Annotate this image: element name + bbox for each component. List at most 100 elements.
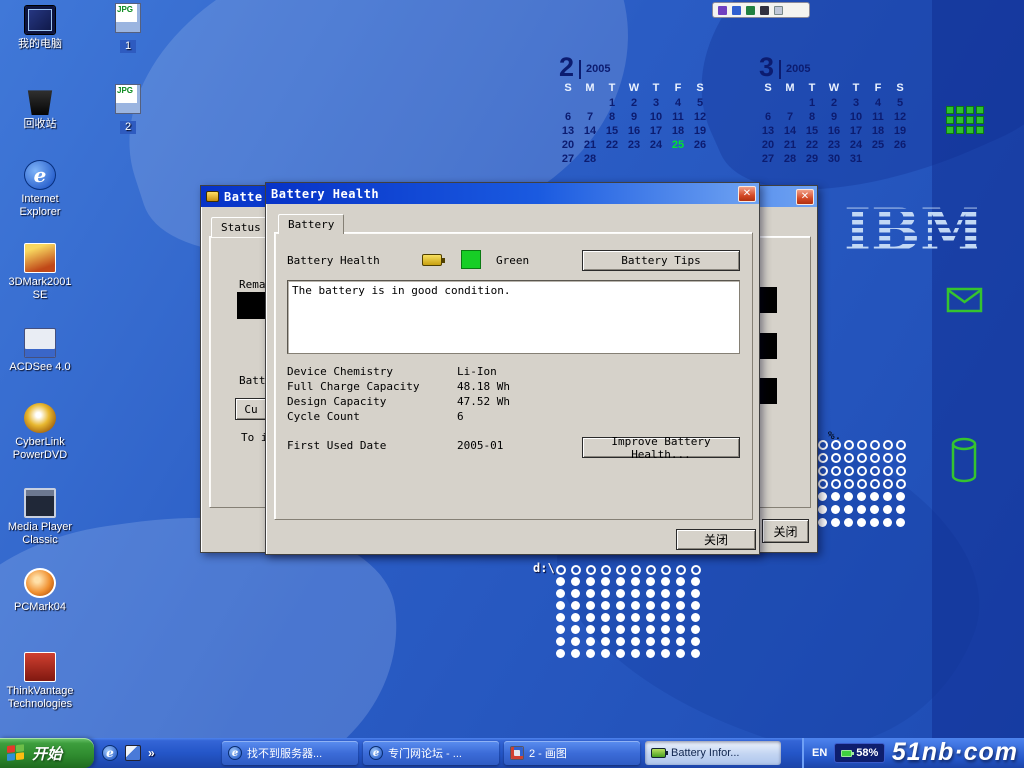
decor-dot: [870, 518, 879, 527]
close-button[interactable]: 关闭: [762, 519, 809, 543]
calendar-date: 20: [757, 139, 779, 152]
decor-dot: [857, 479, 867, 489]
decor-dot: [601, 613, 610, 622]
decor-dot: [676, 625, 685, 634]
decor-dot: [818, 505, 827, 514]
recycle-bin-icon: [24, 85, 56, 115]
media-quicklaunch-icon[interactable]: [125, 745, 141, 761]
dot-pattern-bottom: [556, 565, 706, 661]
battery-tray-icon: [841, 750, 852, 757]
calendar-date: 31: [845, 153, 867, 166]
quicklaunch-more-chevron[interactable]: »: [148, 746, 155, 760]
desktop-icon-computer[interactable]: 我的电脑: [2, 5, 78, 51]
decor-dot: [844, 505, 853, 514]
taskbar-task-2[interactable]: e专门网论坛 - ...: [363, 741, 499, 765]
decor-dot: [883, 492, 892, 501]
calendar-grid: SMTWTFS123456789101112131415161718192021…: [757, 82, 915, 166]
calendar-date: 1: [801, 97, 823, 110]
ie-quicklaunch-icon[interactable]: e: [102, 745, 118, 761]
calendar-date: 12: [889, 111, 911, 124]
calendar-date: 24: [845, 139, 867, 152]
decor-dot: [571, 637, 580, 646]
utility-toolbar[interactable]: [712, 2, 810, 18]
desktop-icon-label: CyberLink PowerDVD: [2, 436, 78, 461]
mail-icon: [946, 286, 984, 314]
tab-battery[interactable]: Battery: [278, 214, 344, 234]
decor-dot: [646, 625, 655, 634]
battery-info-list: Device ChemistryLi-IonFull Charge Capaci…: [287, 362, 742, 422]
close-button[interactable]: 关闭: [676, 529, 756, 550]
desktop-icon-mpc[interactable]: Media Player Classic: [2, 488, 78, 546]
battery-tray-indicator[interactable]: 58%: [834, 743, 885, 763]
taskbar-task-4[interactable]: Battery Infor...: [645, 741, 781, 765]
calendar-date: 9: [823, 111, 845, 124]
pcmark-icon: [24, 568, 56, 598]
start-button[interactable]: 开始: [0, 738, 94, 768]
desktop-file-icon-2[interactable]: JPG2: [90, 84, 166, 135]
desktop-file-icon-1[interactable]: JPG1: [90, 3, 166, 54]
decor-dot: [646, 637, 655, 646]
task-button-area: e找不到服务器...e专门网论坛 - ...2 - 画图Battery Info…: [222, 741, 781, 765]
decor-dot: [818, 453, 828, 463]
battery-panel: Battery Health Green Battery Tips The ba…: [274, 232, 753, 520]
current-button[interactable]: Cu: [235, 398, 267, 420]
close-icon[interactable]: ✕: [796, 189, 814, 205]
calendar-date: 17: [645, 125, 667, 138]
acdsee-icon: [24, 328, 56, 358]
battery-tips-button[interactable]: Battery Tips: [582, 250, 740, 271]
decor-dot: [831, 479, 841, 489]
decor-dot: [831, 518, 840, 527]
decor-dot: [870, 505, 879, 514]
desktop-icon-recycle-bin[interactable]: 回收站: [2, 85, 78, 131]
display-icon[interactable]: [732, 6, 741, 15]
desktop-icon-powerdvd[interactable]: CyberLink PowerDVD: [2, 403, 78, 461]
calendar-date: 5: [889, 97, 911, 110]
calendar-day-header: W: [823, 82, 845, 96]
battery-health-titlebar[interactable]: Battery Health ✕: [266, 183, 759, 204]
drive-label: d:\: [533, 561, 555, 575]
calendar-date: 21: [779, 139, 801, 152]
calendar-day-header: T: [601, 82, 623, 96]
desktop-icon-pcmark[interactable]: PCMark04: [2, 568, 78, 614]
desktop-icon-label: ACDSee 4.0: [2, 361, 78, 374]
decor-dot: [616, 601, 625, 610]
desktop-icon-thinkvantage[interactable]: ThinkVantage Technologies: [2, 652, 78, 710]
calendar-date: 2: [823, 97, 845, 110]
taskbar-task-3[interactable]: 2 - 画图: [504, 741, 640, 765]
tab-status[interactable]: Status: [211, 217, 271, 237]
decor-dot: [883, 440, 893, 450]
keyboard-icon[interactable]: [760, 6, 769, 15]
close-icon[interactable]: ✕: [738, 186, 756, 202]
desktop-icon-label: ThinkVantage Technologies: [2, 685, 78, 710]
condition-textbox[interactable]: The battery is in good condition.: [287, 280, 740, 354]
decor-dot: [616, 613, 625, 622]
decor-dot: [556, 613, 565, 622]
calendar-date: 12: [689, 111, 711, 124]
watermark: 51nb·com: [892, 738, 1018, 767]
calendar-date: 29: [801, 153, 823, 166]
language-indicator[interactable]: EN: [812, 747, 827, 759]
decor-dot: [631, 649, 640, 658]
notes-icon[interactable]: [774, 6, 783, 15]
decor-dot: [691, 649, 700, 658]
desktop-icon-label: Media Player Classic: [2, 521, 78, 546]
jpg-tag-label: JPG: [117, 5, 133, 14]
improve-battery-health-button[interactable]: Improve Battery Health...: [582, 437, 740, 458]
decor-dot: [631, 637, 640, 646]
taskbar: 开始 e » e找不到服务器...e专门网论坛 - ...2 - 画图Batte…: [0, 738, 1024, 768]
desktop-icon-threedmark[interactable]: 3DMark2001 SE: [2, 243, 78, 301]
desktop-icon-acdsee[interactable]: ACDSee 4.0: [2, 328, 78, 374]
taskbar-task-1[interactable]: e找不到服务器...: [222, 741, 358, 765]
decor-dot: [691, 577, 700, 586]
powerdvd-icon: [24, 403, 56, 433]
volume-icon[interactable]: [746, 6, 755, 15]
decor-dot: [601, 625, 610, 634]
decor-dot: [691, 565, 701, 575]
decor-dot: [896, 492, 905, 501]
calendar-date: 28: [579, 153, 601, 166]
decor-dot: [691, 613, 700, 622]
desktop-icon-ie[interactable]: eInternet Explorer: [2, 160, 78, 218]
access-connections-icon[interactable]: [718, 6, 727, 15]
decor-dot: [857, 453, 867, 463]
desktop-icon-label: 我的电脑: [2, 38, 78, 51]
